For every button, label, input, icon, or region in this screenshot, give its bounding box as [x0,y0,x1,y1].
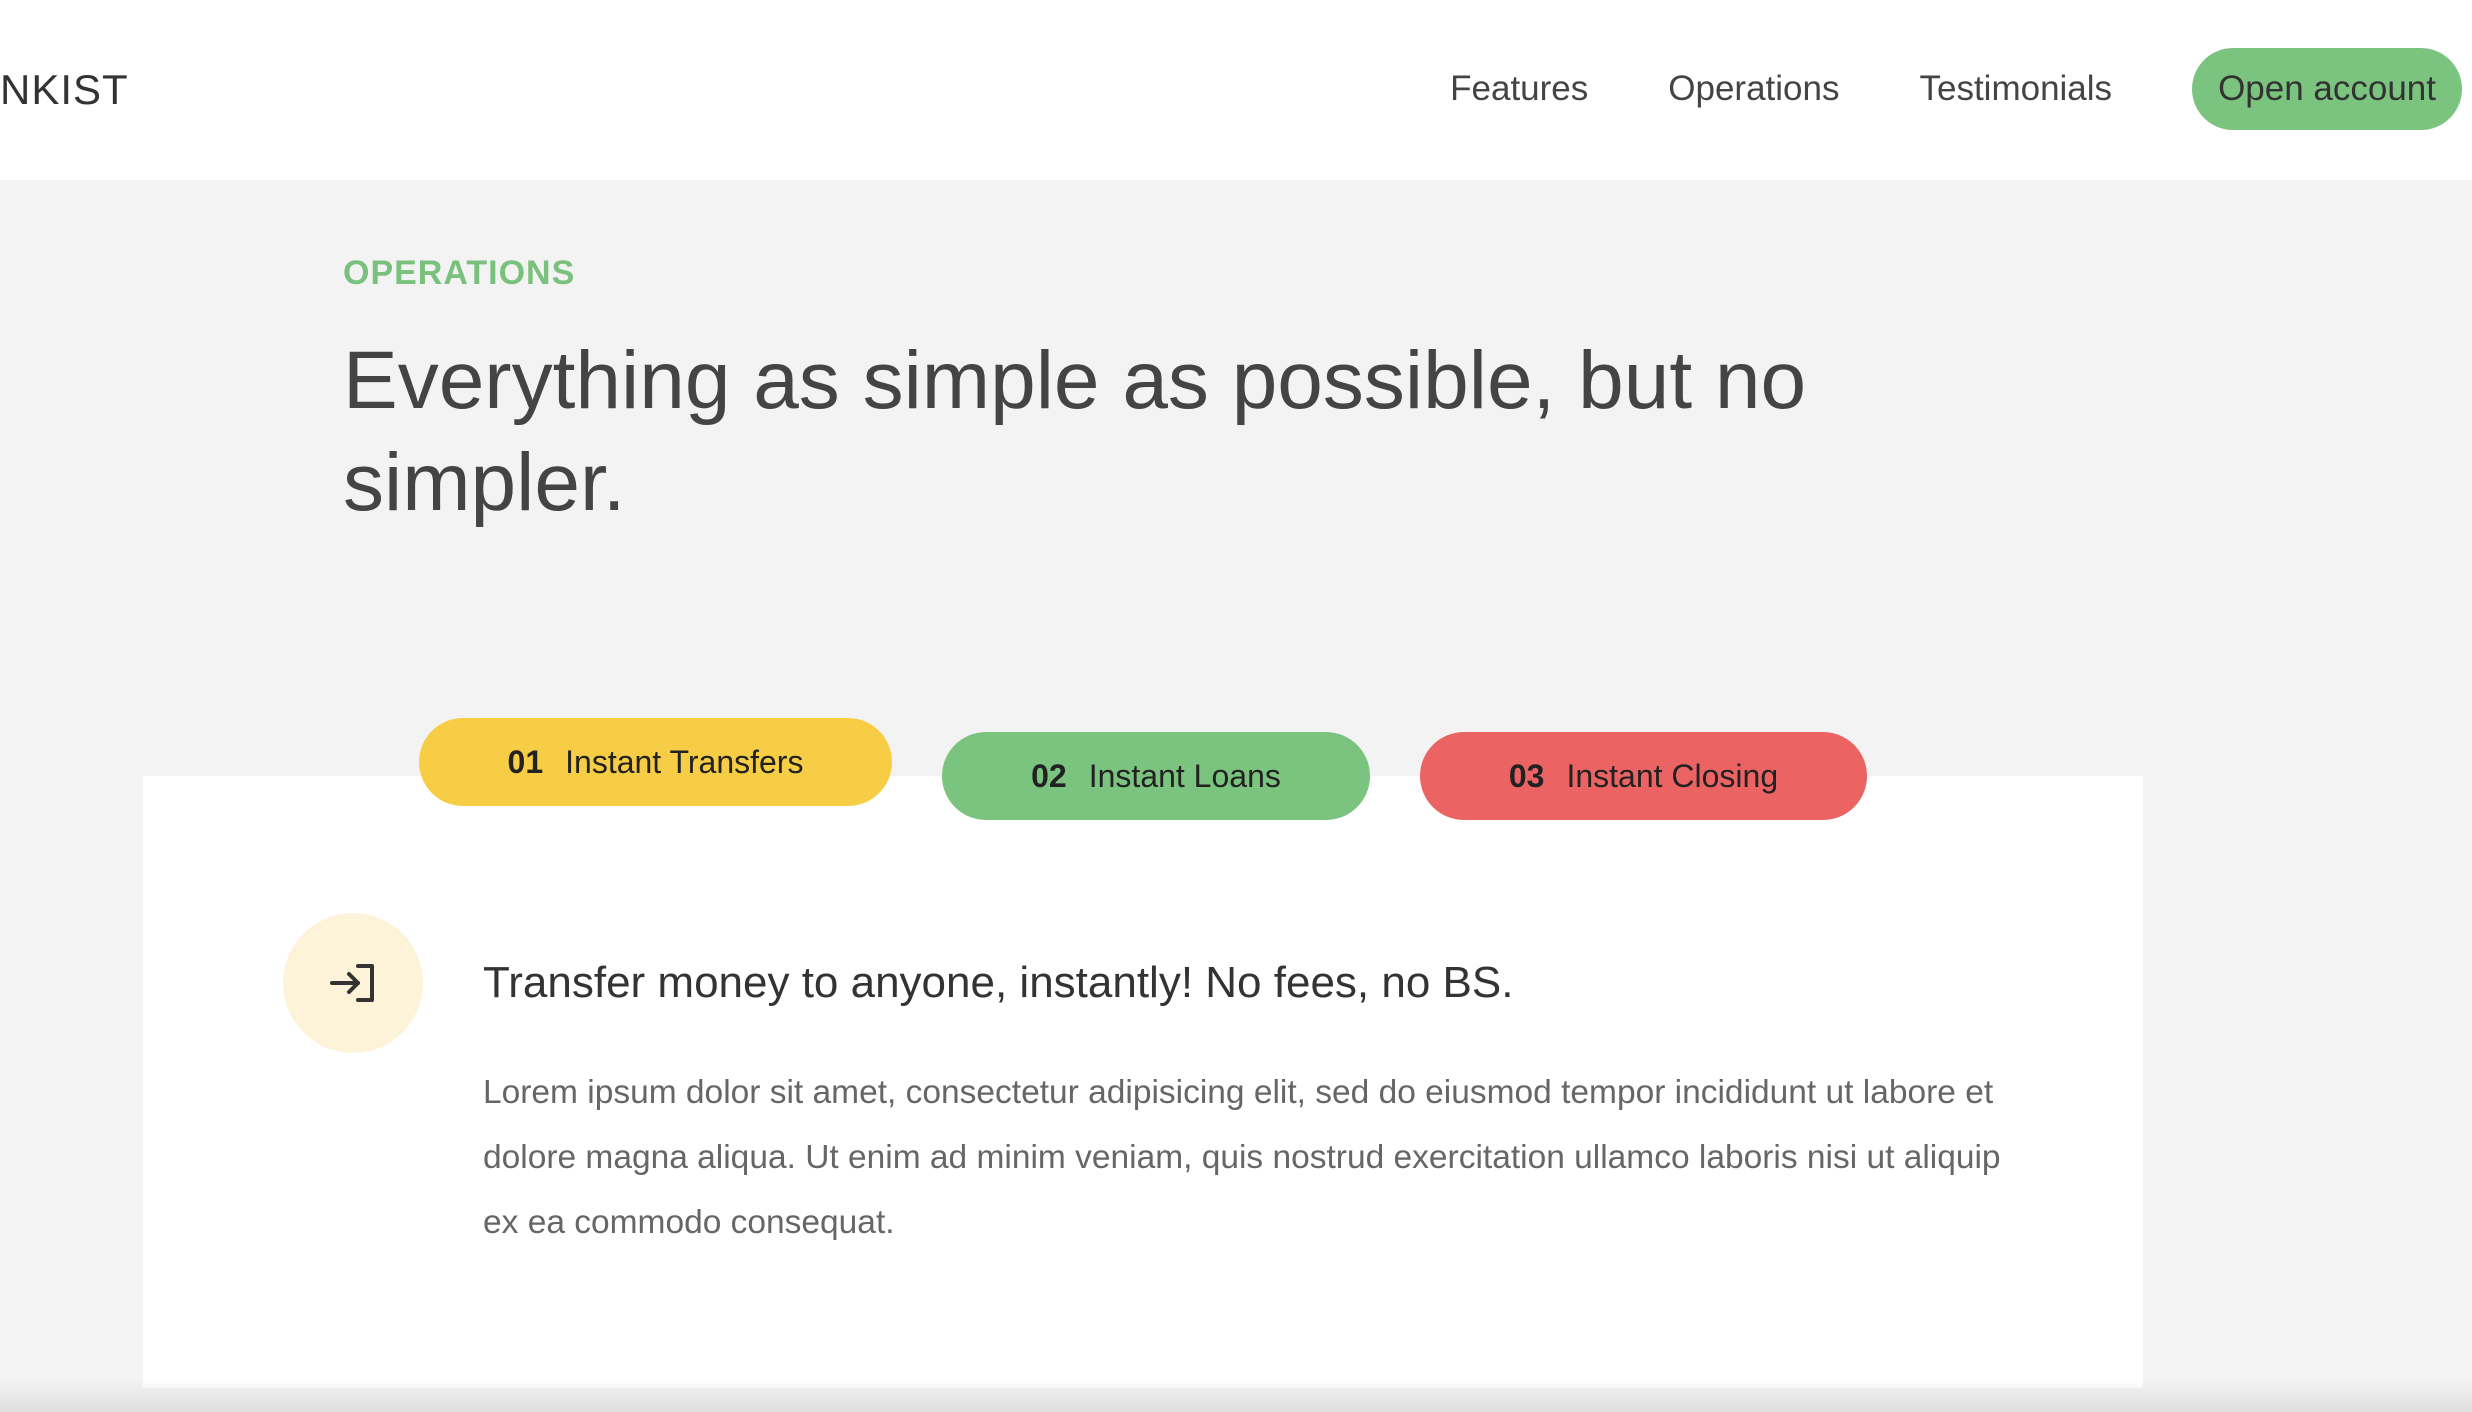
nav-links: Features Operations Testimonials Open ac… [1450,48,2462,130]
open-account-button[interactable]: Open account [2192,48,2462,130]
tab-instant-transfers[interactable]: 01 Instant Transfers [419,718,892,806]
tab-label: Instant Loans [1088,757,1281,794]
nav-link-operations[interactable]: Operations [1668,69,1839,109]
log-in-icon [330,964,374,1002]
tab-instant-closing[interactable]: 03 Instant Closing [1420,732,1867,820]
top-navigation: NKIST Features Operations Testimonials O… [0,0,2472,180]
content-icon-circle [283,913,423,1053]
section-title: Everything as simple as possible, but no… [343,335,1807,528]
tab-number: 02 [1031,757,1067,794]
tab-number: 03 [1508,757,1545,794]
tab-number: 01 [507,743,544,780]
bottom-shade [0,1380,2472,1412]
nav-link-features[interactable]: Features [1450,69,1588,109]
content-body: Lorem ipsum dolor sit amet, consectetur … [483,1074,2001,1241]
tab-label: Instant Transfers [565,743,804,780]
nav-link-testimonials[interactable]: Testimonials [1919,69,2112,109]
logo-text[interactable]: NKIST [0,62,129,118]
tab-label: Instant Closing [1566,757,1779,794]
tab-instant-loans[interactable]: 02 Instant Loans [942,732,1370,820]
section-tag: OPERATIONS [343,254,576,292]
content-title: Transfer money to anyone, instantly! No … [483,958,1514,1007]
